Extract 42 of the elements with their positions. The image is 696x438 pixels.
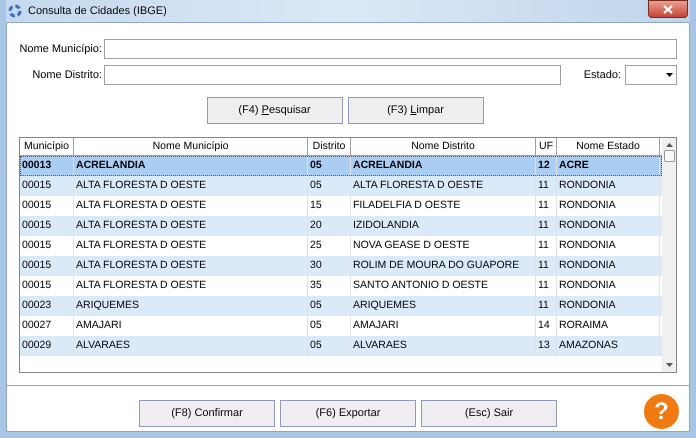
column-header[interactable]: Distrito bbox=[308, 138, 351, 155]
column-header[interactable]: Nome Município bbox=[74, 138, 308, 155]
search-button[interactable]: (F3) Limpar bbox=[348, 97, 484, 124]
column-header[interactable]: Município bbox=[20, 138, 74, 155]
field-label: Estado: bbox=[584, 68, 621, 83]
table-cell: 05 bbox=[308, 336, 351, 356]
action-button[interactable]: (F6) Exportar bbox=[280, 400, 416, 427]
table-row[interactable]: 00015 ALTA FLORESTA D OESTE 30 ROLIM DE MOURA DO GUAPORE 11 RONDONIA bbox=[20, 256, 662, 276]
close-icon bbox=[663, 4, 673, 14]
field-label: Nome Município: bbox=[19, 42, 102, 57]
table-row[interactable]: 00015 ALTA FLORESTA D OESTE 15 FILADELFIA D OESTE 11 RONDONIA bbox=[20, 196, 662, 216]
column-header[interactable]: UF bbox=[536, 138, 557, 155]
municipio-field[interactable] bbox=[104, 39, 677, 59]
table-row[interactable]: 00015 ALTA FLORESTA D OESTE 20 IZIDOLANDIA 11 RONDONIA bbox=[20, 216, 662, 236]
table-row[interactable]: 00015 ALTA FLORESTA D OESTE 05 ALTA FLORESTA D OESTE 11 RONDONIA bbox=[20, 176, 662, 196]
dropdown-arrow-icon bbox=[666, 73, 673, 77]
scroll-thumb[interactable] bbox=[664, 150, 675, 162]
search-button[interactable]: (F4) Pesquisar bbox=[206, 97, 342, 124]
column-header[interactable]: Nome Estado bbox=[557, 138, 660, 155]
table-cell: 00029 bbox=[20, 336, 74, 356]
table-row[interactable]: 00029 ALVARAES 05 ALVARAES 13 AMAZONAS bbox=[20, 336, 662, 356]
table-cell: 13 bbox=[536, 336, 557, 356]
close-button[interactable] bbox=[648, 0, 688, 18]
estado-dropdown[interactable] bbox=[625, 65, 677, 85]
action-button[interactable]: (F8) Confirmar bbox=[139, 400, 275, 427]
table-cell: AMAZONAS bbox=[557, 336, 660, 356]
distrito-field[interactable] bbox=[104, 65, 561, 85]
column-header[interactable]: Nome Distrito bbox=[351, 138, 536, 155]
table-row[interactable]: 00027 AMAJARI 05 AMAJARI 14 RORAIMA bbox=[20, 316, 662, 336]
table-row[interactable]: 00015 ALTA FLORESTA D OESTE 35 SANTO ANTONIO D OESTE 11 RONDONIA bbox=[20, 276, 662, 296]
table-cell: ALVARAES bbox=[74, 336, 308, 356]
field-label: Nome Distrito: bbox=[31, 68, 102, 83]
table-row[interactable]: 00023 ARIQUEMES 05 ARIQUEMES 11 RONDONIA bbox=[20, 296, 662, 316]
scroll-up-icon bbox=[666, 143, 673, 147]
app-icon bbox=[8, 4, 22, 18]
scrollbar[interactable] bbox=[662, 138, 676, 372]
action-button[interactable]: (Esc) Sair bbox=[421, 400, 557, 427]
table-cell: ALVARAES bbox=[351, 336, 536, 356]
table-row[interactable]: 00013 ACRELANDIA 05 ACRELANDIA 12 ACRE bbox=[20, 156, 662, 176]
table-row[interactable]: 00015 ALTA FLORESTA D OESTE 25 NOVA GEASE D OESTE 11 RONDONIA bbox=[20, 236, 662, 256]
scroll-down-icon bbox=[666, 363, 673, 367]
window-title: Consulta de Cidades (IBGE) bbox=[28, 4, 167, 19]
